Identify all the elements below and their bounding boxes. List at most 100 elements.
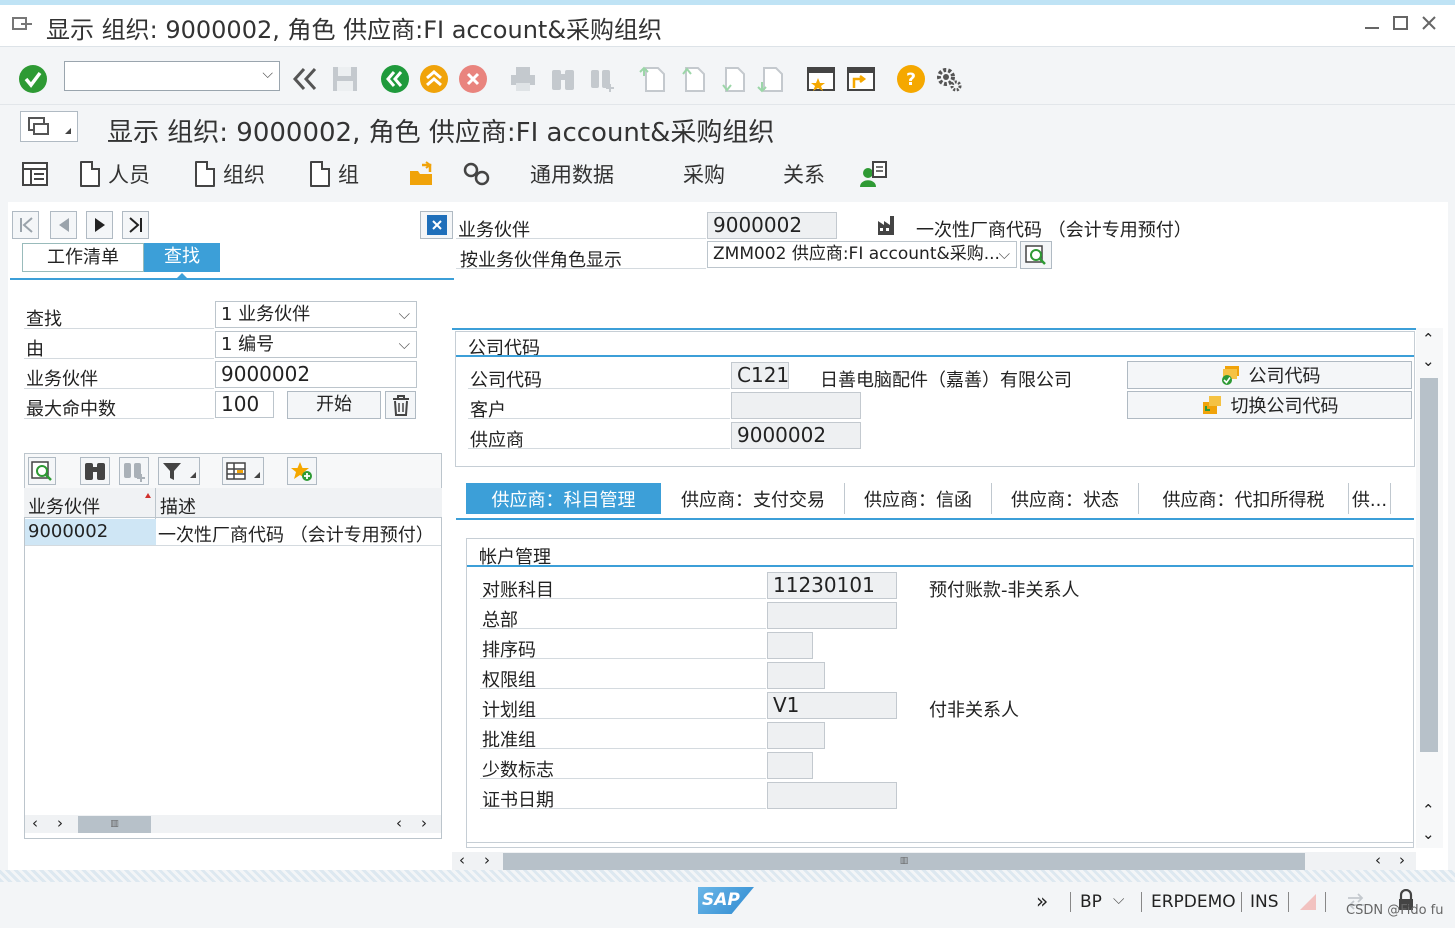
tab-vendor-payment[interactable]: 供应商：支付交易 [662,483,845,514]
exit-icon[interactable] [419,64,449,94]
scroll-thumb[interactable]: ▥ [78,816,151,833]
insert-mode[interactable]: INS [1250,892,1279,912]
grid-col-bp[interactable]: 业务伙伴 [28,493,100,519]
relationships-button[interactable]: 关系 [783,160,825,188]
company-code-name: 日善电脑配件（嘉善）有限公司 [820,370,1072,391]
locator-toggle-button[interactable] [22,160,48,188]
divider [456,238,706,239]
scroll-right-icon[interactable]: › [484,851,490,869]
grid-col-desc[interactable]: 描述 [160,493,196,519]
scroll-down-icon[interactable]: ⌄ [1422,825,1435,843]
person-button[interactable]: 人员 [80,160,150,188]
tab-worklist[interactable]: 工作清单 [22,243,144,272]
factory-icon [876,213,902,242]
help-icon[interactable]: ? [896,64,926,94]
find-next-icon[interactable] [588,64,618,94]
maximize-icon[interactable] [1392,14,1410,37]
tab-vendor-account-mgmt[interactable]: 供应商：科目管理 [466,483,661,514]
find-select[interactable]: 1 业务伙伴 ⌵ [215,301,417,328]
role-detail-button[interactable] [1020,241,1052,269]
first-item-button[interactable] [12,211,39,239]
scroll-left-icon[interactable]: ‹ [459,851,465,869]
table-cell-bp[interactable]: 9000002 [28,521,108,542]
scroll-right-icon[interactable]: › [1399,851,1405,869]
delete-button[interactable] [385,391,416,419]
collapse-locator-button[interactable] [420,211,453,239]
purchasing-button[interactable]: 采购 [683,160,725,188]
bp-search-input[interactable]: 9000002 [215,361,417,388]
chevron-down-icon[interactable]: ⌵ [1113,890,1124,908]
prev-page-icon[interactable] [678,64,708,94]
company-code-value: C121 [731,362,789,389]
print-icon[interactable] [508,64,538,94]
scroll-right-icon[interactable]: › [421,814,427,832]
shortcut-icon[interactable] [846,64,876,94]
group-button[interactable]: 组 [310,160,359,188]
window-menu-icon[interactable] [12,16,34,32]
next-item-button[interactable] [86,211,113,239]
scroll-left-icon[interactable]: ‹ [396,814,402,832]
divider [480,808,766,809]
performance-icon[interactable] [1298,890,1318,917]
scroll-up-icon[interactable]: ⌃ [1422,801,1435,819]
cancel-icon[interactable] [458,64,488,94]
close-icon[interactable] [1420,14,1438,37]
settings-icon[interactable] [934,64,964,94]
status-expand-icon[interactable]: » [1036,889,1048,913]
divider [468,448,730,449]
new-session-icon[interactable] [806,64,836,94]
tab-vendor-more[interactable]: 供... [1349,483,1391,514]
next-page-icon[interactable] [718,64,748,94]
history-back-icon[interactable] [290,64,320,94]
company-code-button[interactable]: 公司代码 [1127,361,1412,389]
divider [24,388,214,389]
first-page-icon[interactable] [638,64,668,94]
sort-asc-icon [145,493,151,498]
divider [480,718,766,719]
display-change-button[interactable] [462,160,492,188]
divider [480,598,766,599]
switch-company-code-button[interactable]: 切换公司代码 [1127,391,1412,419]
last-item-button[interactable] [122,211,149,239]
check-icon[interactable] [18,64,48,94]
scroll-left-icon[interactable]: ‹ [32,814,38,832]
scroll-thumb[interactable] [1420,378,1438,752]
max-hits-input[interactable]: 100 [215,391,274,418]
tab-find[interactable]: 查找 [144,243,220,272]
command-field[interactable]: ⌵ [64,61,280,91]
scroll-down-icon[interactable]: ⌄ [1422,352,1435,370]
grid-find-next-button[interactable] [119,457,149,485]
tab-vendor-withholding[interactable]: 供应商：代扣所得税 [1139,483,1349,514]
grid-find-button[interactable] [80,457,110,485]
last-page-icon[interactable] [756,64,786,94]
prev-item-button[interactable] [50,211,77,239]
grid-layout-button[interactable] [222,457,264,485]
open-bp-button[interactable] [408,160,436,188]
find-icon[interactable] [548,64,578,94]
divider [1325,892,1326,912]
grid-details-button[interactable] [28,457,56,485]
organization-button[interactable]: 组织 [195,160,265,188]
tab-vendor-status[interactable]: 供应商：状态 [992,483,1139,514]
table-cell-desc[interactable]: 一次性厂商代码 （会计专用预付） [158,521,434,547]
scroll-up-icon[interactable]: ⌃ [1422,330,1435,348]
relationship-overview-button[interactable] [858,160,888,188]
back-icon[interactable] [380,64,410,94]
content-border [452,328,1416,330]
general-data-button[interactable]: 通用数据 [530,160,614,188]
grid-filter-button[interactable] [158,457,200,485]
filter-icon [163,463,196,480]
screen-menu-button[interactable] [20,111,78,142]
scroll-thumb[interactable]: ▥ [503,853,1305,870]
grid-favorite-button[interactable] [287,457,317,485]
scroll-left-icon[interactable]: ‹ [1375,851,1381,869]
divider [1070,892,1071,912]
tab-vendor-correspondence[interactable]: 供应商：信函 [845,483,992,514]
by-select[interactable]: 1 编号 ⌵ [215,331,417,358]
role-select[interactable]: ZMM002 供应商:FI account&采购... ⌵ [707,241,1017,268]
minimize-icon[interactable] [1363,14,1381,37]
save-icon[interactable] [330,64,360,94]
transaction-code[interactable]: BP [1080,892,1102,912]
scroll-right-icon[interactable]: › [57,814,63,832]
start-button[interactable]: 开始 [287,391,381,419]
